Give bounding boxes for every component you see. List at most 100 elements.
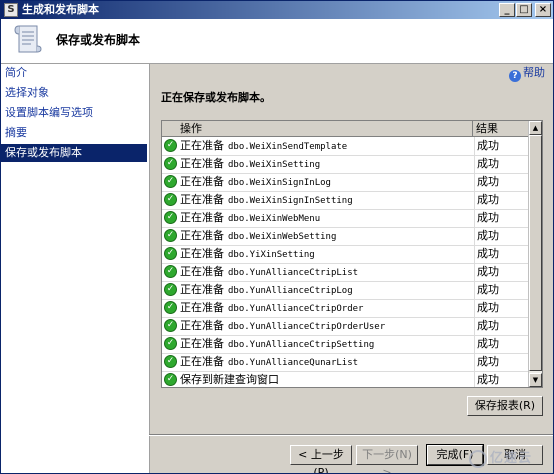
scroll-up-arrow-icon[interactable]: ▲	[529, 121, 542, 135]
nav-item-save-publish[interactable]: 保存或发布脚本	[1, 144, 147, 162]
help-label: 帮助	[523, 66, 545, 79]
row-object-name: dbo.WeiXinWebSetting	[228, 232, 337, 242]
page-title: 保存或发布脚本	[56, 33, 141, 47]
column-header-action[interactable]: 操作	[162, 121, 473, 136]
window-title: 生成和发布脚本	[22, 3, 99, 16]
table-row[interactable]: ✓ 正在准备 dbo.YunAllianceCtripList 成功	[162, 263, 528, 282]
row-action-prefix: 正在准备	[180, 139, 224, 152]
row-result: 成功	[474, 137, 528, 155]
table-row[interactable]: ✓ 保存到新建查询窗口 成功	[162, 371, 528, 387]
nav-item-scripting-options[interactable]: 设置脚本编写选项	[1, 104, 147, 122]
save-report-button[interactable]: 保存报表(R)	[467, 396, 543, 416]
status-text: 正在保存或发布脚本。	[161, 91, 271, 104]
next-button[interactable]: 下一步(N) >	[356, 445, 418, 473]
close-button[interactable]: ×	[535, 3, 551, 17]
row-result: 成功	[474, 227, 528, 245]
help-icon: ?	[509, 70, 521, 82]
nav-item-choose-objects[interactable]: 选择对象	[1, 84, 147, 102]
row-action-prefix: 正在准备	[180, 337, 224, 350]
title-bar: S 生成和发布脚本 _ □ ×	[1, 1, 553, 19]
table-row[interactable]: ✓ 正在准备 dbo.YiXinSetting 成功	[162, 245, 528, 264]
table-row[interactable]: ✓ 正在准备 dbo.YunAllianceQunarList 成功	[162, 353, 528, 372]
results-grid: 操作 结果 ✓ 正在准备 dbo.WeiXinSendTemplate 成功 ✓ …	[161, 120, 543, 388]
success-check-icon: ✓	[164, 301, 177, 314]
row-object-name: dbo.YunAllianceCtripList	[228, 268, 359, 278]
script-scroll-icon	[14, 25, 42, 53]
success-check-icon: ✓	[164, 175, 177, 188]
success-check-icon: ✓	[164, 139, 177, 152]
scroll-thumb[interactable]	[529, 135, 542, 371]
minimize-button[interactable]: _	[499, 3, 515, 17]
app-icon: S	[4, 3, 18, 17]
watermark-text: 亿速云	[490, 451, 533, 466]
row-action-prefix: 正在准备	[180, 229, 224, 242]
row-result: 成功	[474, 173, 528, 191]
column-header-result[interactable]: 结果	[474, 121, 528, 136]
row-object-name: dbo.YunAllianceCtripOrder	[228, 304, 364, 314]
table-row[interactable]: ✓ 正在准备 dbo.WeiXinWebSetting 成功	[162, 227, 528, 246]
row-result: 成功	[474, 263, 528, 281]
row-object-name: dbo.YunAllianceCtripLog	[228, 286, 353, 296]
help-link[interactable]: ? 帮助	[509, 66, 545, 82]
row-action-prefix: 正在准备	[180, 211, 224, 224]
row-object-name: dbo.YiXinSetting	[228, 250, 315, 260]
row-result: 成功	[474, 209, 528, 227]
table-row[interactable]: ✓ 正在准备 dbo.YunAllianceCtripOrderUser 成功	[162, 317, 528, 336]
row-action-prefix: 正在准备	[180, 175, 224, 188]
row-action-prefix: 正在准备	[180, 265, 224, 278]
row-action-prefix: 正在准备	[180, 247, 224, 260]
row-action-prefix: 正在准备	[180, 355, 224, 368]
table-row[interactable]: ✓ 正在准备 dbo.WeiXinWebMenu 成功	[162, 209, 528, 228]
row-action-prefix: 正在准备	[180, 283, 224, 296]
row-object-name: dbo.WeiXinSignInSetting	[228, 196, 353, 206]
row-result: 成功	[474, 353, 528, 371]
row-action-prefix: 正在准备	[180, 319, 224, 332]
success-check-icon: ✓	[164, 283, 177, 296]
row-result: 成功	[474, 245, 528, 263]
wizard-header: 保存或发布脚本	[1, 19, 553, 64]
nav-item-summary[interactable]: 摘要	[1, 124, 147, 142]
row-action-prefix: 正在准备	[180, 157, 224, 170]
success-check-icon: ✓	[164, 247, 177, 260]
table-row[interactable]: ✓ 正在准备 dbo.WeiXinSetting 成功	[162, 155, 528, 174]
row-object-name: dbo.WeiXinSignInLog	[228, 178, 331, 188]
button-separator	[149, 434, 553, 436]
row-result: 成功	[474, 191, 528, 209]
success-check-icon: ✓	[164, 211, 177, 224]
row-result: 成功	[474, 317, 528, 335]
scroll-down-arrow-icon[interactable]: ▼	[529, 373, 542, 387]
row-action-prefix: 保存到新建查询窗口	[180, 373, 279, 386]
row-action-prefix: 正在准备	[180, 301, 224, 314]
success-check-icon: ✓	[164, 319, 177, 332]
table-row[interactable]: ✓ 正在准备 dbo.YunAllianceCtripLog 成功	[162, 281, 528, 300]
table-row[interactable]: ✓ 正在准备 dbo.YunAllianceCtripSetting 成功	[162, 335, 528, 354]
back-button[interactable]: < 上一步(P)	[290, 445, 352, 473]
table-row[interactable]: ✓ 正在准备 dbo.YunAllianceCtripOrder 成功	[162, 299, 528, 318]
success-check-icon: ✓	[164, 265, 177, 278]
maximize-button[interactable]: □	[516, 3, 532, 17]
success-check-icon: ✓	[164, 355, 177, 368]
row-result: 成功	[474, 371, 528, 387]
row-result: 成功	[474, 155, 528, 173]
table-row[interactable]: ✓ 正在准备 dbo.WeiXinSendTemplate 成功	[162, 137, 528, 156]
watermark-logo: 亿速云	[469, 447, 549, 471]
grid-vertical-scrollbar[interactable]: ▲ ▼	[528, 121, 542, 387]
nav-item-intro[interactable]: 简介	[1, 64, 147, 82]
row-object-name: dbo.YunAllianceQunarList	[228, 358, 359, 368]
success-check-icon: ✓	[164, 373, 177, 386]
wizard-nav: 简介 选择对象 设置脚本编写选项 摘要 保存或发布脚本	[1, 64, 150, 473]
row-object-name: dbo.WeiXinSetting	[228, 160, 321, 170]
row-object-name: dbo.WeiXinSendTemplate	[228, 142, 348, 152]
wizard-window: S 生成和发布脚本 _ □ × 保存或发布脚本 简介 选择对象 设置脚本编写选项…	[0, 0, 554, 474]
table-row[interactable]: ✓ 正在准备 dbo.WeiXinSignInSetting 成功	[162, 191, 528, 210]
row-object-name: dbo.WeiXinWebMenu	[228, 214, 321, 224]
row-result: 成功	[474, 299, 528, 317]
row-action-prefix: 正在准备	[180, 193, 224, 206]
table-row[interactable]: ✓ 正在准备 dbo.WeiXinSignInLog 成功	[162, 173, 528, 192]
row-object-name: dbo.YunAllianceCtripOrderUser	[228, 322, 386, 332]
grid-header: 操作 结果	[162, 121, 528, 137]
row-object-name: dbo.YunAllianceCtripSetting	[228, 340, 375, 350]
row-result: 成功	[474, 281, 528, 299]
success-check-icon: ✓	[164, 193, 177, 206]
watermark-circle-icon	[469, 449, 487, 468]
